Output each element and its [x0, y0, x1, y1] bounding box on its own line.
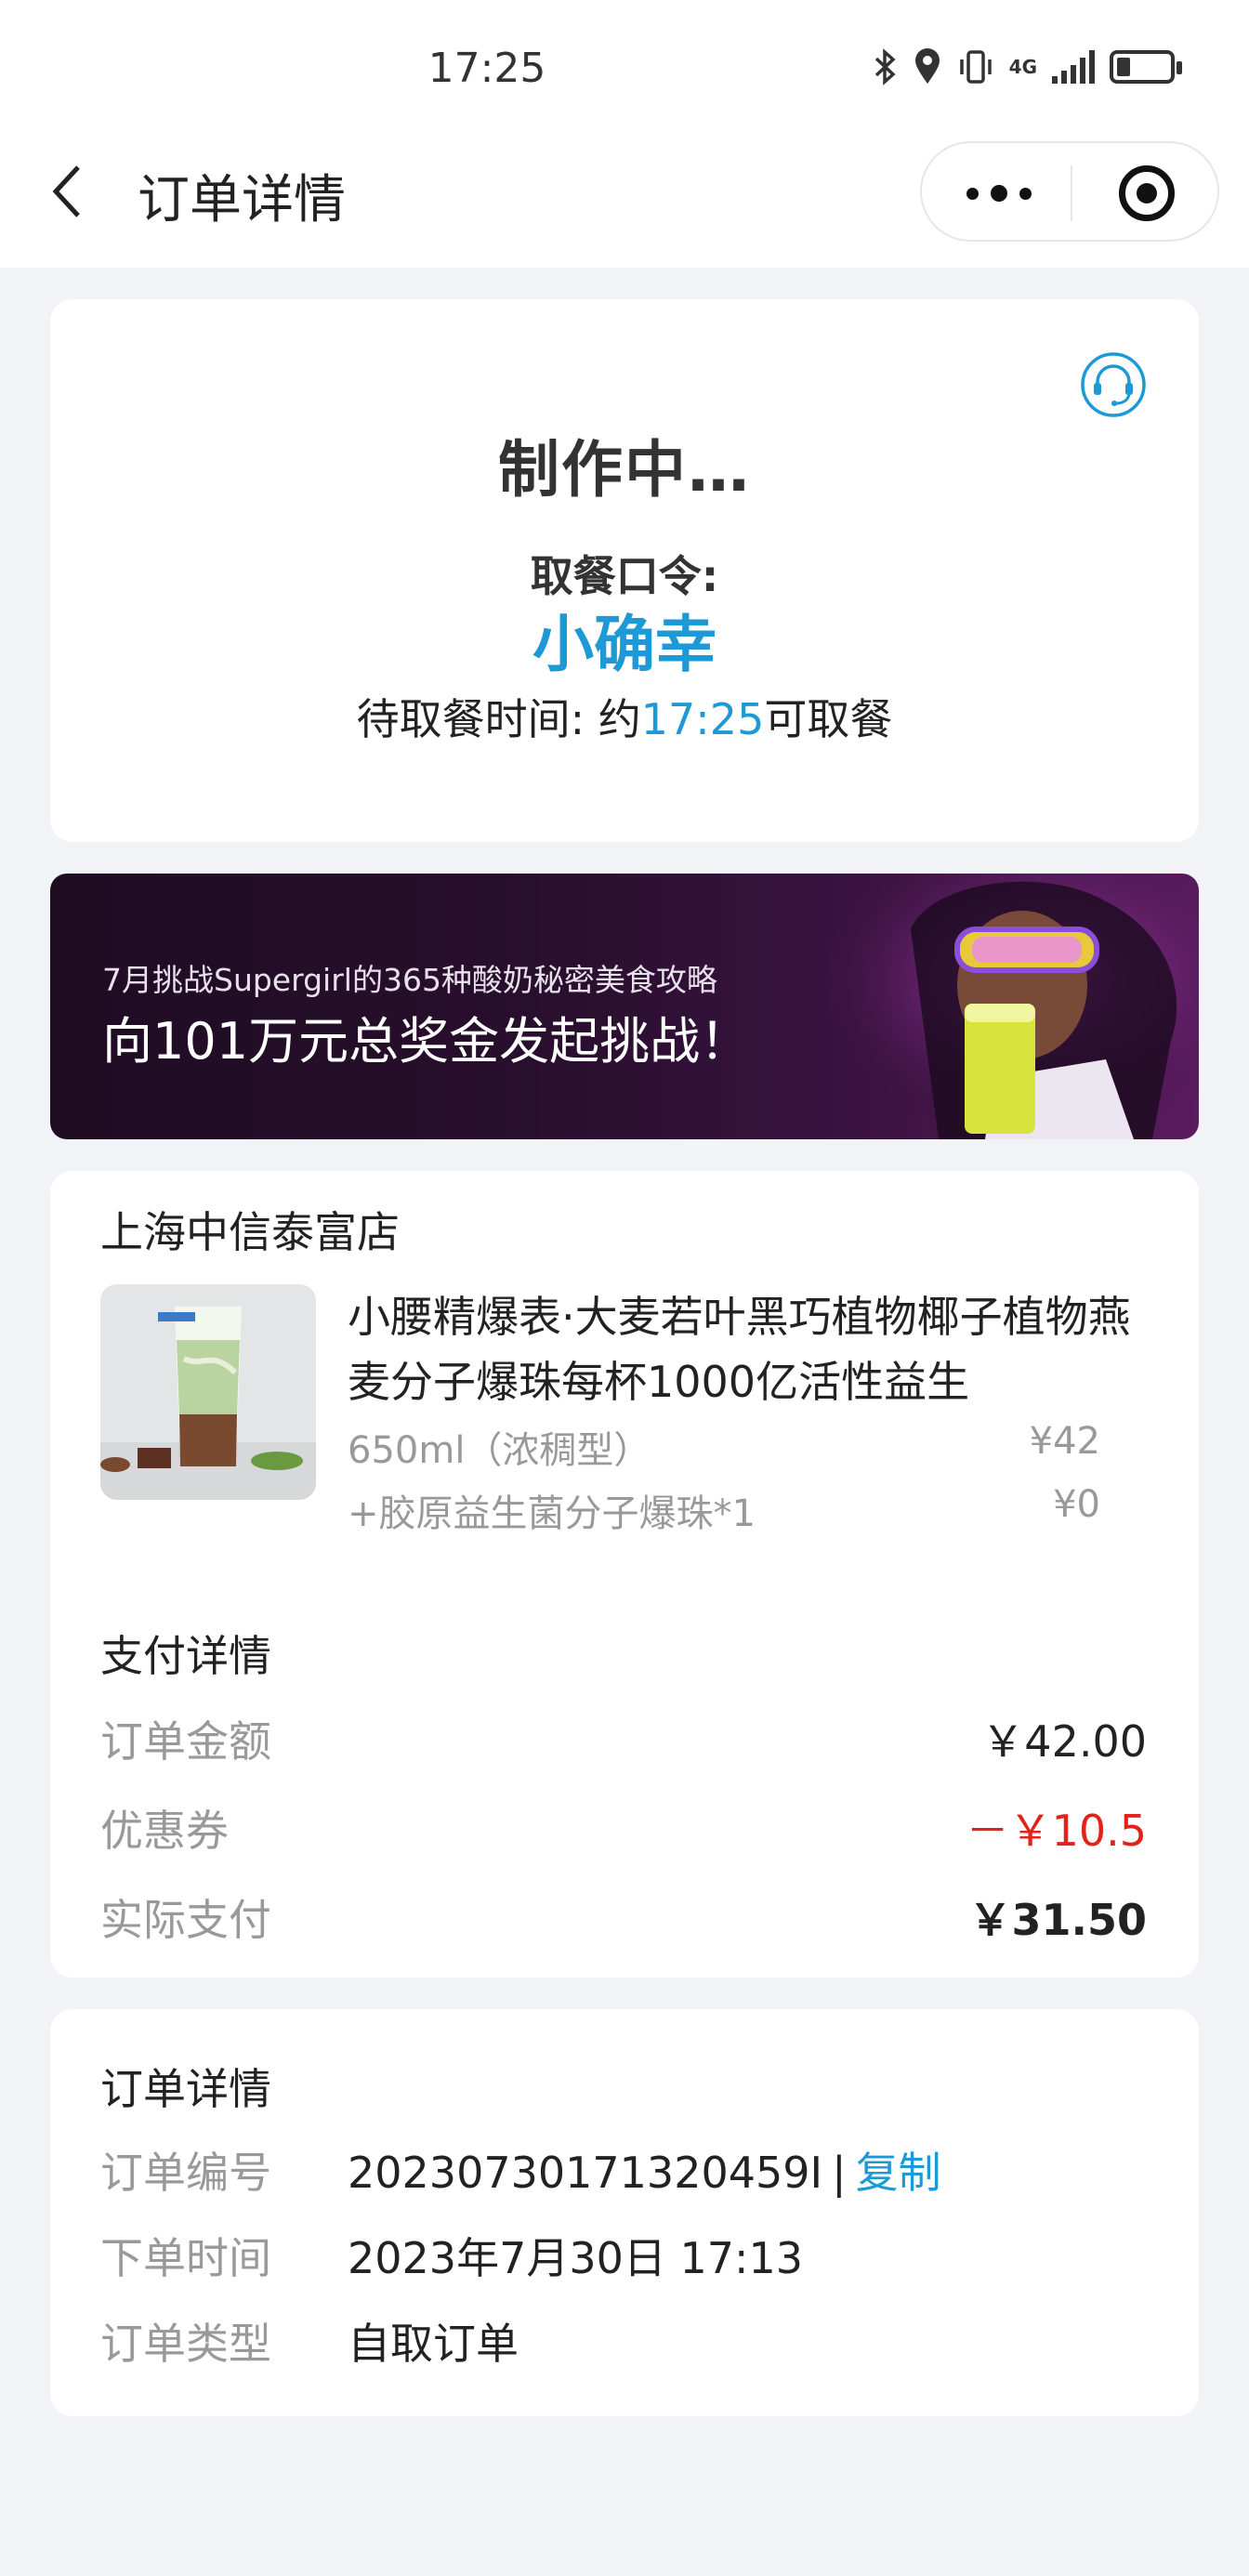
- payment-section-title: 支付详情: [100, 1631, 271, 1681]
- order-status-card: 制作中… 取餐口令: 小确幸 待取餐时间: 约17:25可取餐: [50, 299, 1199, 842]
- product-image: [100, 1284, 316, 1500]
- status-icons: 4G: [874, 48, 1182, 85]
- signal-icon: [1052, 50, 1095, 84]
- payment-label: 实际支付: [100, 1895, 271, 1945]
- location-icon: [914, 48, 940, 84]
- store-name: 上海中信泰富店: [100, 1207, 400, 1257]
- pickup-time: 17:25: [640, 694, 765, 744]
- pickup-time-suffix: 可取餐: [764, 694, 893, 744]
- bluetooth-icon: [874, 48, 896, 85]
- order-number-row: 订单编号 20230730171320459I | 复制: [100, 2139, 941, 2201]
- order-number-label: 订单编号: [100, 2148, 271, 2198]
- payment-row-actual-paid: 实际支付 ￥31.50: [100, 1886, 1147, 1945]
- order-number: 20230730171320459I: [348, 2148, 823, 2198]
- payment-value: －￥10.5: [966, 1806, 1147, 1856]
- page-title: 订单详情: [138, 170, 346, 230]
- payment-value: ￥31.50: [968, 1895, 1147, 1945]
- vibrate-icon: [959, 50, 992, 84]
- back-icon[interactable]: [48, 164, 85, 219]
- pickup-code: 小确幸: [532, 609, 717, 680]
- capsule-divider: [1071, 165, 1072, 221]
- banner-title: 向101万元总奖金发起挑战！: [102, 1012, 751, 1071]
- mini-program-capsule: [920, 141, 1219, 242]
- payment-label: 订单金额: [100, 1716, 271, 1767]
- target-icon[interactable]: [1119, 165, 1175, 221]
- product-name: 小腰精爆表·大麦若叶黑巧植物椰子植物燕麦分子爆珠每杯1000亿活性益生: [348, 1292, 1131, 1407]
- battery-icon: [1110, 50, 1182, 84]
- order-details-card: 订单详情 订单编号 20230730171320459I | 复制 下单时间 2023年…: [50, 2009, 1199, 2416]
- separator: |: [832, 2148, 847, 2198]
- banner-subtitle: 7月挑战Supergirl的365种酸奶秘密美食攻略: [102, 962, 717, 998]
- order-details-title: 订单详情: [100, 2064, 271, 2114]
- promo-banner[interactable]: 7月挑战Supergirl的365种酸奶秘密美食攻略 向101万元总奖金发起挑战…: [50, 874, 1199, 1139]
- copy-button[interactable]: 复制: [856, 2148, 941, 2198]
- product-spec: 650ml（浓稠型）: [348, 1429, 651, 1472]
- product-addon-price: ¥0: [1053, 1483, 1100, 1526]
- status-time: 17:25: [427, 45, 546, 92]
- headset-icon[interactable]: [1080, 351, 1147, 418]
- product-addon: +胶原益生菌分子爆珠*1: [348, 1492, 756, 1535]
- order-type-label: 订单类型: [100, 2319, 271, 2369]
- order-items-card: 上海中信泰富店 小腰精爆表·大麦若叶黑巧植物椰子植物燕麦分子爆珠每杯1000亿活…: [50, 1171, 1199, 1978]
- product-spec-price: ¥42: [1029, 1420, 1100, 1463]
- order-status-title: 制作中…: [498, 434, 751, 506]
- banner-illustration: [799, 874, 1199, 1139]
- payment-value: ￥42.00: [981, 1716, 1147, 1767]
- network-type: 4G: [1008, 56, 1037, 78]
- payment-row-order-amount: 订单金额 ￥42.00: [100, 1708, 1147, 1767]
- order-time-label: 下单时间: [100, 2233, 271, 2283]
- order-time: 2023年7月30日 17:13: [348, 2233, 804, 2283]
- pickup-time-line: 待取餐时间: 约17:25可取餐: [50, 686, 1199, 747]
- payment-label: 优惠券: [100, 1806, 229, 1856]
- order-time-row: 下单时间 2023年7月30日 17:13: [100, 2225, 803, 2286]
- pickup-time-prefix: 待取餐时间: 约: [356, 694, 641, 744]
- order-type: 自取订单: [348, 2319, 519, 2369]
- more-icon[interactable]: [966, 177, 1032, 210]
- order-type-row: 订单类型 自取订单: [100, 2310, 519, 2372]
- payment-row-coupon: 优惠券 －￥10.5: [100, 1797, 1147, 1856]
- status-bar: 17:25 4G: [0, 0, 1249, 139]
